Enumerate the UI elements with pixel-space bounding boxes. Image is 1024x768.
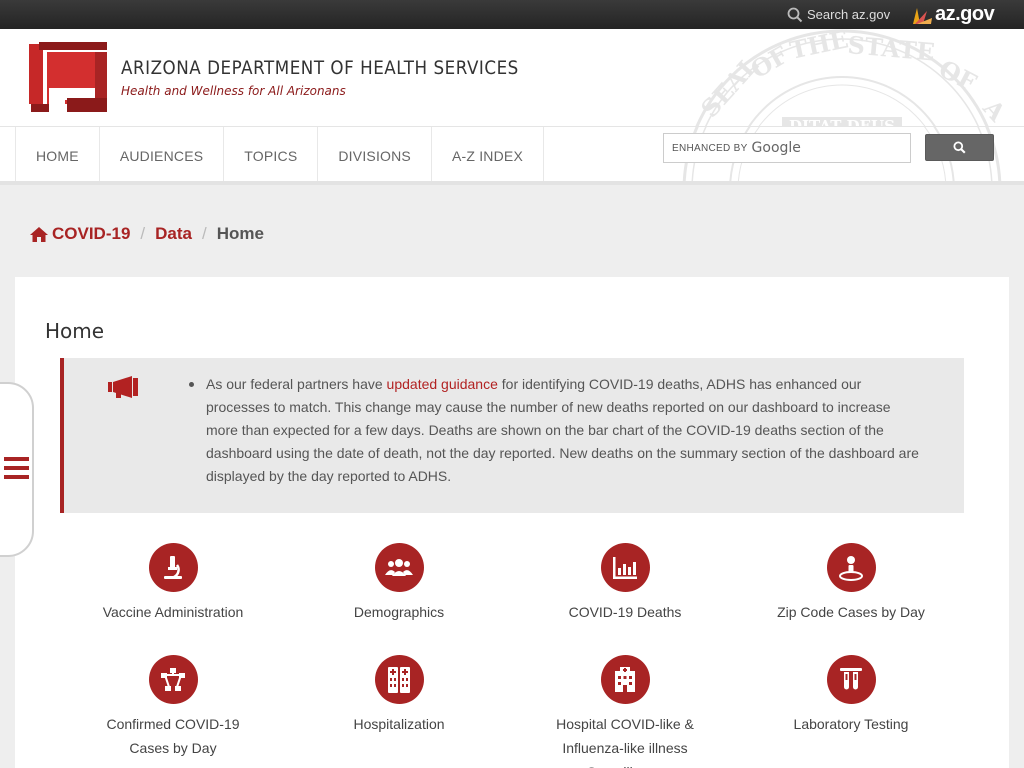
tile-icon-circle (826, 655, 876, 704)
azgov-search-label: Search az.gov (807, 7, 891, 22)
nav-item-home[interactable]: HOME (15, 127, 99, 181)
tile-laboratory-testing[interactable]: Laboratory Testing (738, 655, 964, 736)
alert-notice: As our federal partners have updated gui… (60, 358, 964, 513)
search-placeholder: ENHANCED BY (672, 142, 748, 154)
tile-vaccine-administration[interactable]: Vaccine Administration (60, 543, 286, 624)
breadcrumb-current: Home (216, 224, 264, 243)
tile-icon-circle (374, 543, 424, 592)
alert-text-before: As our federal partners have (206, 376, 387, 392)
tile-label: Demographics (353, 604, 445, 620)
seal-motto: DITAT DEUS (789, 117, 895, 126)
adhs-logo-icon[interactable] (29, 42, 107, 112)
network-icon (161, 667, 185, 691)
tile-hospital-surveillance[interactable]: Hospital COVID-like & Influenza-like ill… (512, 655, 738, 768)
tile-label: Zip Code Cases by Day (777, 604, 925, 620)
main-nav: HOME AUDIENCES TOPICS DIVISIONS A-Z INDE… (0, 126, 1024, 185)
azgov-search-link[interactable]: Search az.gov (787, 6, 890, 23)
breadcrumb: COVID-19 / Data / Home (30, 222, 264, 246)
azgov-logo[interactable]: az.gov (911, 3, 995, 26)
alert-text-after: for identifying COVID-19 deaths, ADHS ha… (206, 376, 919, 484)
test-tubes-icon (840, 667, 862, 689)
tile-label: Confirmed COVID-19 Cases by Day (106, 716, 240, 756)
tile-covid19-deaths[interactable]: COVID-19 Deaths (512, 543, 738, 624)
tile-label: COVID-19 Deaths (568, 604, 682, 620)
nav-item-topics[interactable]: TOPICS (223, 127, 317, 181)
svg-text:STATE: STATE (846, 30, 936, 67)
side-menu-toggle[interactable] (0, 382, 34, 557)
hospital-beds-icon (388, 666, 410, 693)
microscope-icon (164, 555, 182, 579)
menu-icon (4, 457, 29, 484)
tile-icon-circle (600, 543, 650, 592)
breadcrumb-separator: / (140, 224, 146, 243)
svg-text:A: A (977, 93, 1012, 126)
people-icon (385, 558, 413, 576)
breadcrumb-covid19[interactable]: COVID-19 (30, 224, 130, 244)
tile-label: Hospital COVID-like & Influenza-like ill… (556, 716, 694, 768)
hospital-building-icon (615, 666, 635, 692)
site-header: SEAL OF THE STATE OF A DITAT DEUS ARIZON… (0, 29, 1024, 126)
site-search-button[interactable] (925, 134, 994, 161)
tile-zip-code-cases[interactable]: Zip Code Cases by Day (738, 543, 964, 624)
nav-list: HOME AUDIENCES TOPICS DIVISIONS A-Z INDE… (15, 127, 544, 181)
alert-list: As our federal partners have updated gui… (189, 373, 926, 488)
site-tagline: Health and Wellness for All Arizonans (121, 84, 346, 98)
megaphone-icon (108, 376, 138, 398)
svg-text:OF: OF (934, 54, 981, 97)
azgov-logo-text: az.gov (935, 3, 995, 25)
tile-icon-circle (148, 543, 198, 592)
map-pin-icon (839, 555, 863, 581)
tile-icon-circle (600, 655, 650, 704)
alert-item: As our federal partners have updated gui… (189, 373, 926, 488)
tile-label: Laboratory Testing (793, 716, 909, 732)
tile-label: Vaccine Administration (102, 604, 244, 620)
state-seal-watermark: SEAL OF THE STATE OF A DITAT DEUS (695, 29, 1012, 126)
nav-item-divisions[interactable]: DIVISIONS (317, 127, 431, 181)
site-search-input[interactable]: ENHANCED BY Google (663, 133, 911, 163)
tile-icon-circle (826, 543, 876, 592)
sun-rays-icon (913, 7, 932, 24)
top-bar: Search az.gov az.gov (0, 0, 1024, 29)
bar-chart-icon (613, 556, 637, 579)
breadcrumb-covid19-label: COVID-19 (52, 224, 131, 243)
main-panel: Home As our federal partners have update… (15, 277, 1009, 768)
breadcrumb-separator: / (202, 224, 207, 243)
nav-item-az-index[interactable]: A-Z INDEX (430, 127, 544, 181)
search-icon (953, 141, 966, 154)
breadcrumb-data[interactable]: Data (155, 224, 192, 244)
tile-icon-circle (374, 655, 424, 704)
search-icon (787, 7, 803, 22)
tile-label: Hospitalization (353, 716, 445, 732)
site-title: ARIZONA DEPARTMENT OF HEALTH SERVICES (121, 57, 519, 79)
google-brand: Google (751, 140, 801, 156)
page-title: Home (45, 319, 105, 343)
tile-confirmed-cases[interactable]: Confirmed COVID-19 Cases by Day (60, 655, 286, 760)
tile-demographics[interactable]: Demographics (286, 543, 512, 624)
home-icon (30, 226, 48, 242)
nav-item-audiences[interactable]: AUDIENCES (98, 127, 223, 181)
svg-text:THE: THE (787, 29, 851, 65)
tile-hospitalization[interactable]: Hospitalization (286, 655, 512, 736)
updated-guidance-link[interactable]: updated guidance (387, 376, 498, 392)
tile-icon-circle (148, 655, 198, 704)
